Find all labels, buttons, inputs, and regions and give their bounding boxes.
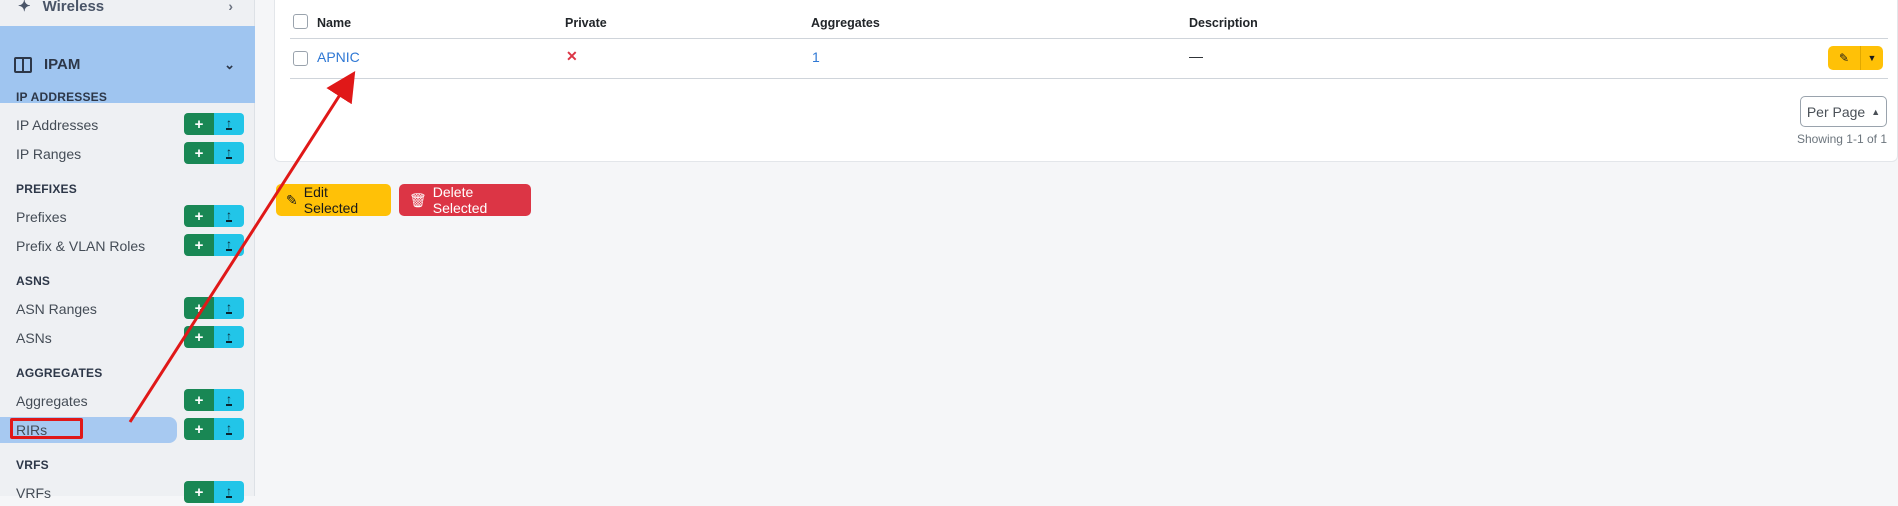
annotation-arrow bbox=[128, 70, 356, 423]
